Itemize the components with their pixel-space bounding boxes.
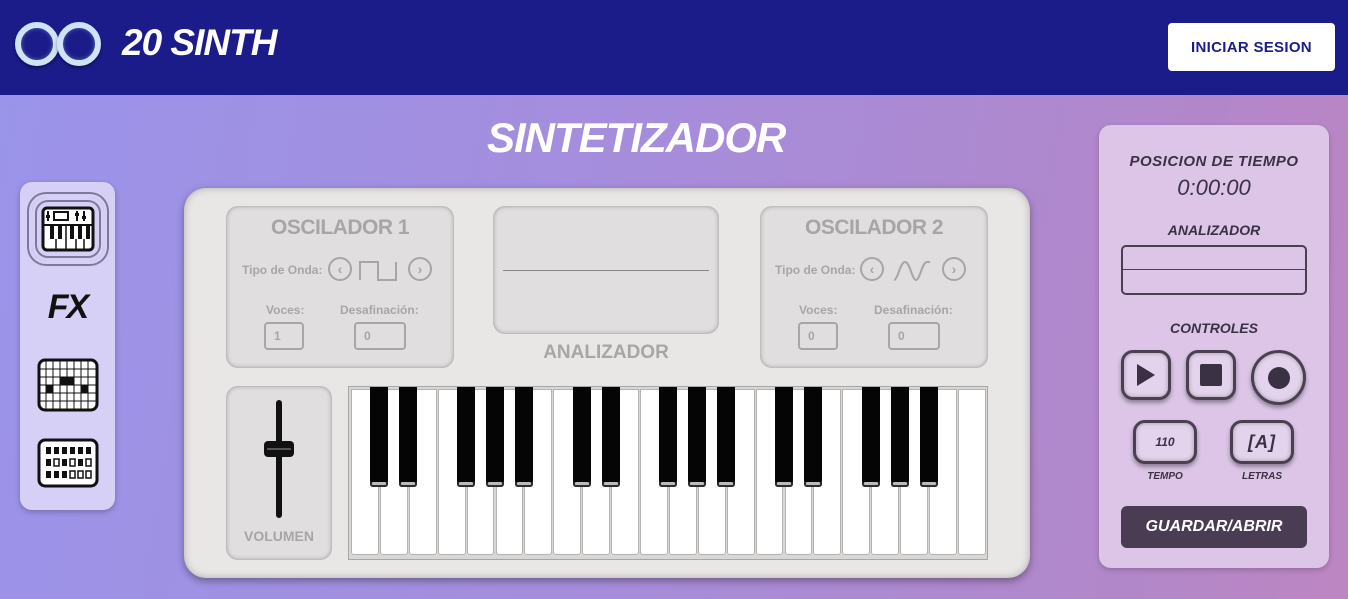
voices-label: Voces: xyxy=(799,303,838,317)
time-position-label: POSICION DE TIEMPO xyxy=(1129,153,1299,170)
volume-slider-track[interactable] xyxy=(276,400,282,518)
black-key[interactable] xyxy=(370,387,389,487)
time-position-value: 0:00:00 xyxy=(1177,175,1251,200)
play-icon xyxy=(1137,364,1155,386)
login-button[interactable]: INICIAR SESION xyxy=(1168,23,1335,71)
voices-label: Voces: xyxy=(266,303,305,317)
page-title: SINTETIZADOR xyxy=(487,114,786,161)
black-key[interactable] xyxy=(514,387,533,487)
black-key[interactable] xyxy=(659,387,678,487)
oscillator-1-detune-input[interactable]: 0 xyxy=(354,322,406,350)
record-button[interactable] xyxy=(1251,350,1306,405)
wave-type-label: Tipo de Onda: xyxy=(775,263,856,277)
stop-icon xyxy=(1200,364,1222,386)
black-key[interactable] xyxy=(861,387,880,487)
black-key[interactable] xyxy=(919,387,938,487)
black-key[interactable] xyxy=(717,387,736,487)
controls-label: CONTROLES xyxy=(1170,320,1258,336)
oscillator-1-title: OSCILADOR 1 xyxy=(270,216,410,239)
oscillator-2-panel: OSCILADOR 2 Tipo de Onda: ‹ › Voces: 0 D… xyxy=(760,206,988,368)
white-key[interactable] xyxy=(957,389,986,555)
fx-icon: FX xyxy=(47,287,89,326)
oscillator-2-detune-input[interactable]: 0 xyxy=(888,322,940,350)
nav-sequencer-button[interactable] xyxy=(26,350,109,420)
black-key[interactable] xyxy=(688,387,707,487)
nav-drum-machine-button[interactable] xyxy=(26,428,109,498)
letters-label: LETRAS xyxy=(1242,471,1282,482)
oscillator-1-panel: OSCILADOR 1 Tipo de Onda: ‹ › Voces: 1 D… xyxy=(226,206,454,368)
black-key[interactable] xyxy=(572,387,591,487)
tempo-label: TEMPO xyxy=(1147,471,1183,482)
black-key[interactable] xyxy=(803,387,822,487)
oscillator-1-next-wave-button[interactable]: › xyxy=(408,257,432,281)
detune-label: Desafinación: xyxy=(340,303,419,317)
analyzer-label: ANALIZADOR xyxy=(543,342,669,363)
black-key[interactable] xyxy=(890,387,909,487)
wave-type-label: Tipo de Onda: xyxy=(242,263,323,277)
black-key[interactable] xyxy=(486,387,504,487)
letters-button[interactable]: [A] xyxy=(1230,420,1294,464)
volume-slider-knob[interactable] xyxy=(264,440,294,457)
oscillator-1-prev-wave-button[interactable]: ‹ xyxy=(328,257,352,281)
analyzer-screen xyxy=(493,206,719,334)
detune-label: Desafinación: xyxy=(874,303,953,317)
black-key[interactable] xyxy=(775,387,793,487)
sine-wave-icon xyxy=(893,260,930,282)
oscillator-2-voices-input[interactable]: 0 xyxy=(798,322,838,350)
transport-panel: POSICION DE TIEMPO 0:00:00 ANALIZADOR CO… xyxy=(1099,125,1329,568)
analyzer-mini-label: ANALIZADOR xyxy=(1167,222,1261,238)
oscillator-2-next-wave-button[interactable]: › xyxy=(942,257,966,281)
brand-name: 20 SINTH xyxy=(122,22,277,63)
black-key[interactable] xyxy=(399,387,418,487)
volume-panel: VOLUMEN xyxy=(226,386,332,560)
square-wave-icon xyxy=(359,261,397,281)
black-key[interactable] xyxy=(457,387,476,487)
oscillator-2-prev-wave-button[interactable]: ‹ xyxy=(860,257,884,281)
sequencer-grid-icon xyxy=(37,358,98,412)
analyzer-mini-screen xyxy=(1121,245,1307,295)
tempo-button[interactable]: 110 xyxy=(1133,420,1197,464)
nav-fx-button[interactable]: FX xyxy=(26,272,109,342)
app-header: 20 SINTH INICIAR SESION xyxy=(0,0,1348,95)
record-icon xyxy=(1267,366,1290,389)
analyzer-waveform xyxy=(503,270,709,271)
drum-machine-icon xyxy=(37,438,98,488)
play-button[interactable] xyxy=(1121,350,1171,400)
synth-keyboard-icon xyxy=(34,200,101,258)
piano-keyboard xyxy=(348,386,988,560)
oscillator-1-voices-input[interactable]: 1 xyxy=(264,322,304,350)
stop-button[interactable] xyxy=(1186,350,1236,400)
side-nav: FX xyxy=(20,182,115,510)
save-open-button[interactable]: GUARDAR/ABRIR xyxy=(1121,506,1307,548)
nav-synth-button[interactable] xyxy=(26,194,109,264)
synth-panel: OSCILADOR 1 Tipo de Onda: ‹ › Voces: 1 D… xyxy=(184,188,1030,578)
volume-label: VOLUMEN xyxy=(244,528,314,544)
black-key[interactable] xyxy=(601,387,620,487)
oscillator-2-title: OSCILADOR 2 xyxy=(804,216,944,239)
logo-icon xyxy=(15,22,105,74)
